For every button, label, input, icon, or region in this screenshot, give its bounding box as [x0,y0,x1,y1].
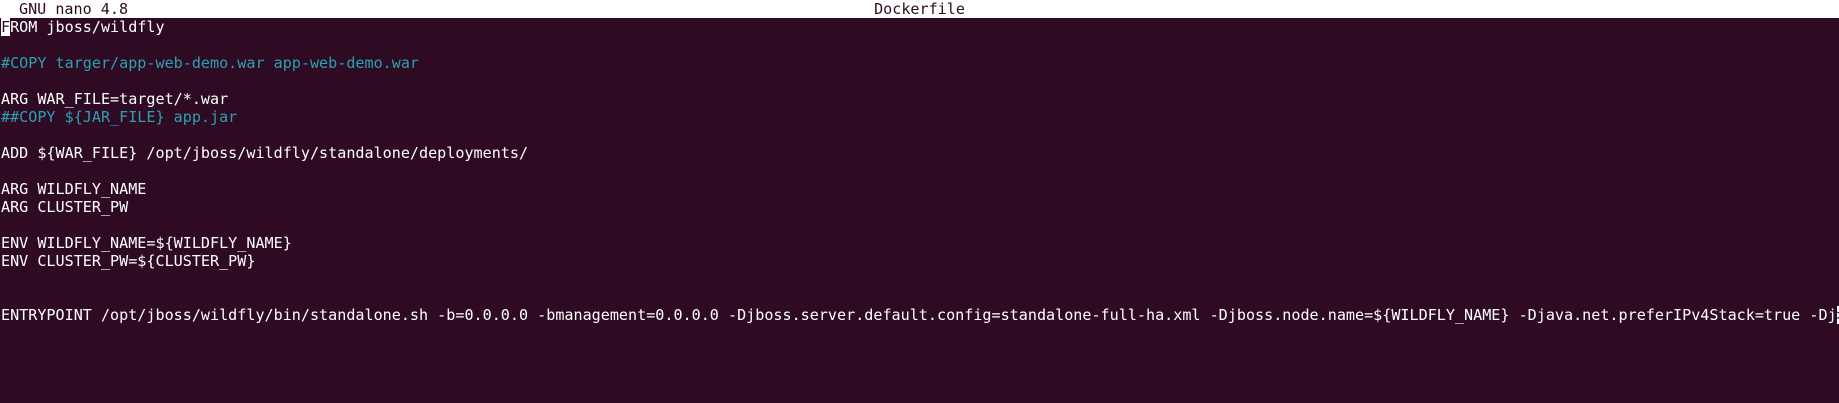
editor-line-2[interactable] [1,36,1839,54]
nano-title-bar: GNU nano 4.8 Dockerfile [0,0,1839,18]
editor-line-17[interactable]: ENTRYPOINT /opt/jboss/wildfly/bin/standa… [1,306,1839,324]
line-text: ARG WILDFLY_NAME [1,180,147,198]
editor-text-area[interactable]: FROM jboss/wildfly #COPY targer/app-web-… [1,18,1839,324]
editor-line-6[interactable]: ##COPY ${JAR_FILE} app.jar [1,108,1839,126]
editor-line-3[interactable]: #COPY targer/app-web-demo.war app-web-de… [1,54,1839,72]
editor-line-7[interactable] [1,126,1839,144]
editor-line-15[interactable] [1,270,1839,288]
line-text: ARG CLUSTER_PW [1,198,129,216]
line-text: #COPY targer/app-web-demo.war app-web-de… [1,54,420,72]
editor-line-11[interactable]: ARG CLUSTER_PW [1,198,1839,216]
editor-line-14[interactable]: ENV CLUSTER_PW=${CLUSTER_PW} [1,252,1839,270]
editor-line-16[interactable] [1,288,1839,306]
line-text: ARG WAR_FILE=target/*.war [1,90,229,108]
editor-line-13[interactable]: ENV WILDFLY_NAME=${WILDFLY_NAME} [1,234,1839,252]
nano-editor-window: GNU nano 4.8 Dockerfile FROM jboss/wildf… [0,0,1839,403]
line-text: ENTRYPOINT /opt/jboss/wildfly/bin/standa… [1,306,1837,324]
editor-line-1[interactable]: FROM jboss/wildfly [1,18,1839,36]
editor-line-10[interactable]: ARG WILDFLY_NAME [1,180,1839,198]
line-text: ROM jboss/wildfly [10,18,165,36]
editor-line-8[interactable]: ADD ${WAR_FILE} /opt/jboss/wildfly/stand… [1,144,1839,162]
line-text: ENV WILDFLY_NAME=${WILDFLY_NAME} [1,234,292,252]
editor-line-12[interactable] [1,216,1839,234]
file-name-label: Dockerfile [874,0,965,18]
editor-line-5[interactable]: ARG WAR_FILE=target/*.war [1,90,1839,108]
editor-line-9[interactable] [1,162,1839,180]
line-text: ENV CLUSTER_PW=${CLUSTER_PW} [1,252,256,270]
line-text: ADD ${WAR_FILE} /opt/jboss/wildfly/stand… [1,144,529,162]
line-text: ##COPY ${JAR_FILE} app.jar [1,108,238,126]
text-cursor: F [1,18,11,36]
editor-line-4[interactable] [1,72,1839,90]
